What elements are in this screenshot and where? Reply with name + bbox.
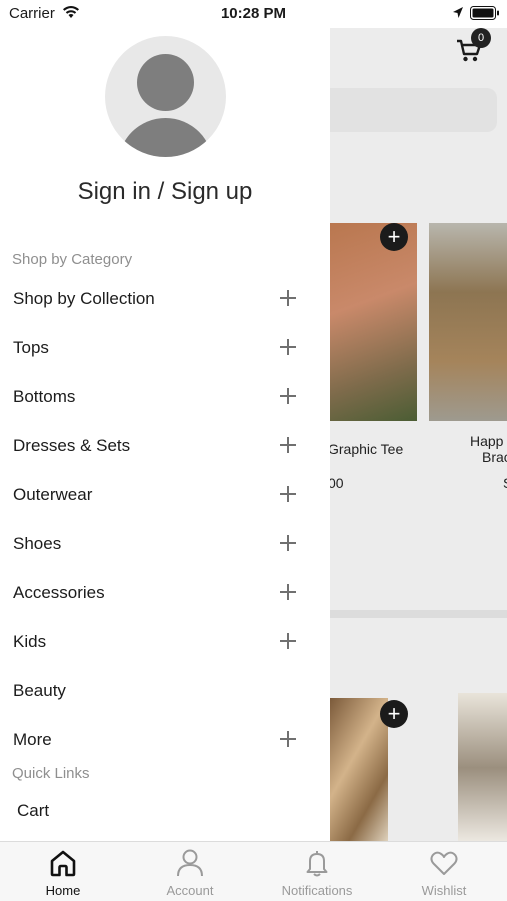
quick-link-cart[interactable]: Cart — [17, 801, 49, 821]
menu-item-label: Accessories — [13, 583, 105, 602]
tab-label: Notifications — [281, 883, 353, 898]
menu-item-label: Tops — [13, 338, 49, 357]
tab-account[interactable]: Account — [127, 842, 253, 901]
avatar-head — [137, 54, 194, 111]
menu-item-label: Beauty — [13, 681, 66, 700]
clock: 10:28 PM — [220, 5, 287, 22]
expand-plus-icon[interactable] — [278, 533, 298, 553]
section-divider — [330, 610, 507, 618]
menu-item-label: Dresses & Sets — [13, 436, 131, 455]
tab-label: Wishlist — [421, 883, 467, 898]
status-bar: Carrier 10:28 PM — [0, 0, 507, 28]
product-image[interactable] — [330, 223, 417, 421]
tab-label: Home — [45, 883, 81, 898]
tab-bar: Home Account Notifications Wishlist — [0, 841, 507, 901]
menu-item-kids[interactable]: Kids — [0, 617, 330, 666]
side-drawer: Sign in / Sign up Shop by Category Shop … — [0, 28, 330, 841]
battery-icon — [470, 6, 499, 20]
expand-plus-icon[interactable] — [278, 435, 298, 455]
menu-item-label: More — [13, 730, 52, 749]
shop-by-category-heading: Shop by Category — [12, 251, 133, 268]
product-image[interactable] — [429, 223, 507, 421]
product-price: S — [503, 475, 507, 491]
product-price: 00 — [330, 475, 344, 491]
heart-icon — [430, 851, 458, 875]
avatar[interactable] — [105, 36, 226, 157]
menu-item-bottoms[interactable]: Bottoms — [0, 372, 330, 421]
tab-wishlist[interactable]: Wishlist — [381, 842, 507, 901]
avatar-body — [118, 118, 213, 157]
menu-item-dresses-sets[interactable]: Dresses & Sets — [0, 421, 330, 470]
menu-item-shop-by-collection[interactable]: Shop by Collection — [0, 274, 330, 323]
home-icon — [50, 850, 76, 877]
tab-notifications[interactable]: Notifications — [254, 842, 380, 901]
product-name: Brac — [482, 449, 507, 465]
quick-links-heading: Quick Links — [12, 765, 90, 782]
location-arrow-icon — [453, 7, 463, 18]
menu-item-tops[interactable]: Tops — [0, 323, 330, 372]
product-name: Graphic Tee — [330, 441, 404, 457]
menu-item-shoes[interactable]: Shoes — [0, 519, 330, 568]
expand-plus-icon[interactable] — [278, 484, 298, 504]
product-image[interactable] — [330, 698, 388, 841]
expand-plus-icon[interactable] — [278, 729, 298, 749]
menu-item-beauty[interactable]: Beauty — [0, 666, 330, 715]
sign-in-link[interactable]: Sign in / Sign up — [0, 178, 330, 206]
tab-label: Account — [166, 883, 214, 898]
menu-item-label: Shop by Collection — [13, 289, 155, 308]
cart-count-badge: 0 — [471, 28, 491, 48]
tab-home[interactable]: Home — [0, 842, 126, 901]
menu-item-label: Bottoms — [13, 387, 76, 406]
expand-plus-icon[interactable] — [278, 337, 298, 357]
expand-plus-icon[interactable] — [278, 386, 298, 406]
menu-item-outerwear[interactable]: Outerwear — [0, 470, 330, 519]
add-to-cart-icon[interactable]: + — [380, 700, 408, 728]
menu-item-accessories[interactable]: Accessories — [0, 568, 330, 617]
product-image[interactable] — [458, 693, 507, 841]
menu-item-more[interactable]: More — [0, 715, 330, 764]
user-icon — [177, 849, 203, 877]
background-shop-page: 0 + Graphic Tee Happ Brac 00 S + — [330, 28, 507, 841]
expand-plus-icon[interactable] — [278, 631, 298, 651]
bell-icon — [306, 851, 328, 877]
product-name: Happ — [470, 433, 504, 449]
menu-item-label: Shoes — [13, 534, 62, 553]
menu-item-label: Kids — [13, 632, 47, 651]
expand-plus-icon[interactable] — [278, 582, 298, 602]
search-bar[interactable] — [330, 88, 497, 132]
add-to-cart-icon[interactable]: + — [380, 223, 408, 251]
menu-item-label: Outerwear — [13, 485, 93, 504]
expand-plus-icon[interactable] — [278, 288, 298, 308]
